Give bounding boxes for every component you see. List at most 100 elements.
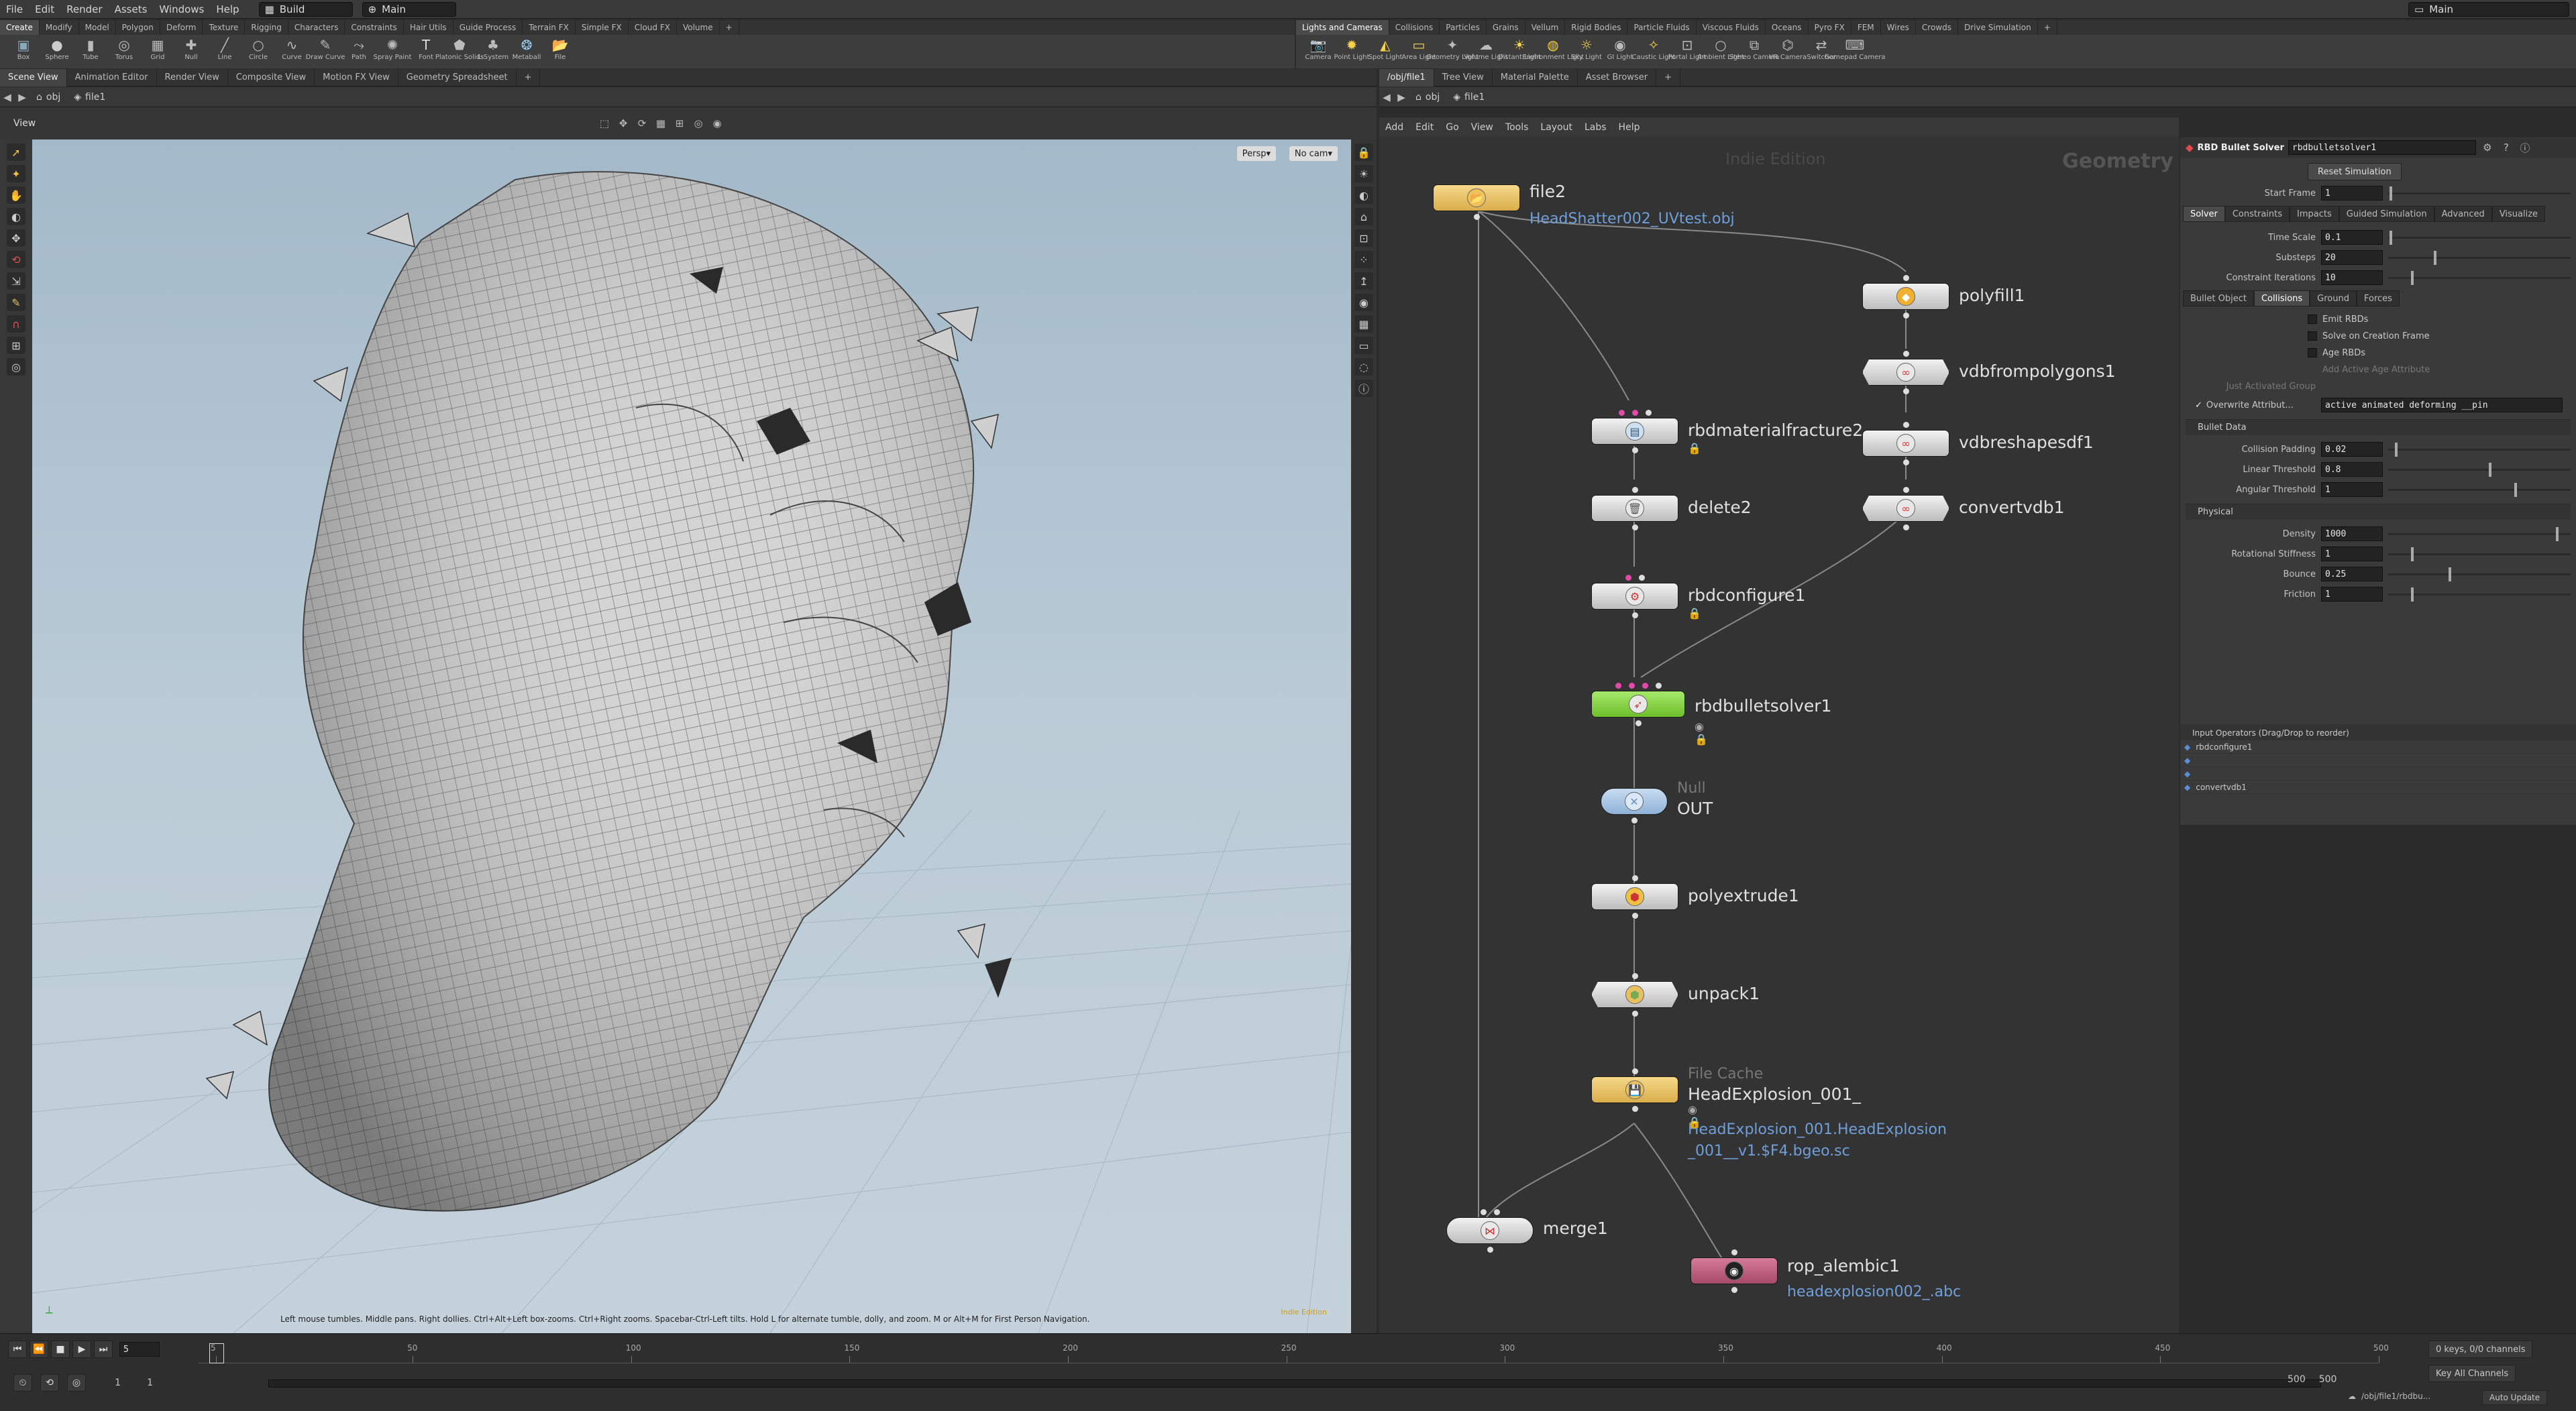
vdbfrompolygons1-node-body[interactable]: ∞ [1862,359,1949,386]
tool-path[interactable]: ⤳ Path [342,35,376,68]
range-start[interactable]: 1 [94,1377,121,1388]
physical-section[interactable]: Physical [2186,504,2571,520]
substeps-field[interactable]: 20 [2321,250,2383,265]
input-op-item[interactable]: ◆ convertvdb1 [2180,781,2576,794]
tool-gamepad-camera[interactable]: ⌨ Gamepad Camera [1825,35,1886,68]
last-frame-icon[interactable]: ⏭ [94,1341,113,1358]
collision-padding-field[interactable]: 0.02 [2321,442,2383,457]
translate-icon[interactable]: ✥ [7,229,25,247]
shelf-tab-oceans[interactable]: Oceans [1766,20,1809,35]
net-menu-tools[interactable]: Tools [1499,122,1535,133]
param-subtab-ground[interactable]: Ground [2310,290,2357,306]
camera-menu[interactable]: No cam ▾ [1289,146,1338,161]
play-icon[interactable]: ▶ [72,1341,91,1358]
pane-tab-obj-file1[interactable]: /obj/file1 [1379,68,1434,87]
info-icon-params[interactable]: ⓘ [2518,140,2532,155]
input-connector[interactable] [1903,351,1909,357]
auto-update-button[interactable]: Auto Update [2482,1390,2548,1405]
out-name-label[interactable]: OUT [1677,799,1713,818]
select-tool-icon[interactable]: ⬚ [597,116,612,131]
pane-tab-geometry-spreadsheet[interactable]: Geometry Spreadsheet [398,68,517,87]
shelf-tab-modify[interactable]: Modify [40,20,79,35]
bounce-slider[interactable] [2388,567,2571,581]
pane-tab-tree-view[interactable]: Tree View [1434,68,1493,87]
tool-sphere[interactable]: ● Sphere [40,35,74,68]
tool-camera[interactable]: 📷 Camera [1301,35,1335,68]
shelf-tab-pyro-fx[interactable]: Pyro FX [1809,20,1851,35]
collision-padding-slider[interactable] [2388,442,2571,457]
emit-rbds-row[interactable]: Emit RBDs [2180,311,2576,328]
tool-torus[interactable]: ◎ Torus [107,35,141,68]
input-connector[interactable] [1629,683,1635,689]
pose-icon[interactable]: ✋ [7,186,25,204]
shelf-tab-grains[interactable]: Grains [1487,20,1525,35]
friction-field[interactable]: 1 [2321,587,2383,602]
shelf-tab-viscous-fluids[interactable]: Viscous Fluids [1697,20,1766,35]
menu-edit[interactable]: Edit [29,3,60,15]
net-menu-help[interactable]: Help [1613,122,1646,133]
shelf-tab-particle-fluids[interactable]: Particle Fluids [1627,20,1697,35]
tool-box[interactable]: ▣ Box [7,35,40,68]
shelf-tab-model[interactable]: Model [79,20,116,35]
polyfill1-name-label[interactable]: polyfill1 [1959,286,2025,305]
node-name-field[interactable]: rbdbulletsolver1 [2288,140,2476,155]
output-connector[interactable] [1487,1247,1493,1253]
file2-node-body[interactable]: 📂 [1433,184,1520,211]
shelf-tab-rigging[interactable]: Rigging [245,20,288,35]
net-back-icon[interactable]: ◀ [1379,90,1394,105]
shelf-tab-wires[interactable]: Wires [1881,20,1916,35]
param-tab-guided-simulation[interactable]: Guided Simulation [2339,206,2434,222]
brush-icon[interactable]: ✎ [7,294,25,311]
realtime-icon[interactable]: ⏲ [13,1374,32,1392]
timeline-ruler[interactable]: 5 50 100 150 200 250 300 350 400 450 500 [199,1343,2389,1363]
perspective-menu[interactable]: Persp ▾ [1236,146,1276,161]
info-icon[interactable]: ⓘ [1354,380,1373,397]
net-menu-layout[interactable]: Layout [1534,122,1578,133]
time-scale-slider[interactable] [2388,230,2571,245]
start-frame-field[interactable]: 1 [2321,186,2383,201]
desktop-dropdown[interactable]: ▦ Build [258,1,353,17]
tool-grid[interactable]: ▦ Grid [141,35,174,68]
rbdbulletsolver1-name-label[interactable]: rbdbulletsolver1 [1695,696,1831,716]
filecache-node-body[interactable]: 💾 [1591,1076,1678,1103]
gear-icon[interactable]: ⚙ [2480,140,2495,155]
tool-switcher[interactable]: ⇄ Switcher [1805,35,1838,68]
rotational-stiffness-slider[interactable] [2388,547,2571,561]
tool-point-light[interactable]: ✹ Point Light [1334,35,1370,68]
current-frame-field[interactable]: 5 [119,1342,160,1357]
shelf-tab-lights-and-cameras[interactable]: Lights and Cameras [1296,20,1389,35]
solve-creation-row[interactable]: Solve on Creation Frame [2180,327,2576,345]
menu-render[interactable]: Render [60,3,108,15]
param-tab-constraints[interactable]: Constraints [2224,206,2290,222]
angular-threshold-slider[interactable] [2388,482,2571,497]
convertvdb1-name-label[interactable]: convertvdb1 [1959,498,2065,517]
solve-creation-checkbox[interactable] [2308,331,2317,341]
input-connector[interactable] [1494,1209,1500,1215]
vdbreshapesdf1-node-body[interactable]: ∞ [1862,430,1949,457]
net-breadcrumb-file1[interactable]: ◈ file1 [1446,92,1491,103]
net-menu-add[interactable]: Add [1379,122,1409,133]
output-connector[interactable] [1635,720,1642,726]
shelf-tab-hair-utils[interactable]: Hair Utils [404,20,453,35]
rotate-tool-icon[interactable]: ⟳ [635,116,649,131]
shelf-tab-constraints[interactable]: Constraints [345,20,404,35]
shelf-tab-guide-process[interactable]: Guide Process [453,20,523,35]
shelf-tab-simple-fx[interactable]: Simple FX [576,20,629,35]
constraint-iterations-slider[interactable] [2388,270,2571,285]
output-connector[interactable] [1632,612,1638,618]
tool-tube[interactable]: ▮ Tube [74,35,107,68]
reset-simulation-button[interactable]: Reset Simulation [2308,163,2402,180]
breadcrumb-file1[interactable]: ◈ file1 [67,92,112,103]
input-connector[interactable] [1632,487,1638,493]
handle-icon[interactable]: ✦ [7,165,25,182]
tool-caustic-light[interactable]: ✧ Caustic Light [1632,35,1676,68]
param-subtab-collisions[interactable]: Collisions [2253,290,2310,306]
output-connector[interactable] [1474,214,1480,220]
wireframe-icon[interactable]: ▦ [653,116,668,131]
rop_alembic1-node-body[interactable]: ◉ [1690,1257,1778,1284]
rbdconfigure1-name-label[interactable]: rbdconfigure1 [1688,585,1805,605]
merge1-node-body[interactable]: ⋈ [1446,1217,1534,1244]
shelf-tab-crowds[interactable]: Crowds [1916,20,1958,35]
visibility-icon[interactable]: ◉ [1354,294,1373,311]
density-field[interactable]: 1000 [2321,526,2383,541]
